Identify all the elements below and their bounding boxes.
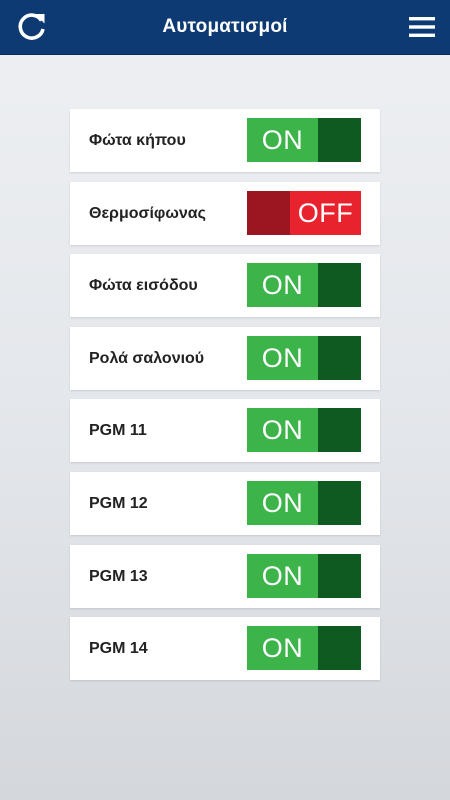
app-header: Αυτοματισμοί <box>0 0 450 55</box>
item-label: PGM 14 <box>89 640 148 658</box>
menu-button[interactable] <box>406 10 438 44</box>
toggle-switch[interactable]: ON <box>247 335 361 380</box>
item-label: Ρολά σαλονιού <box>89 349 205 367</box>
item-label: PGM 13 <box>89 567 148 585</box>
toggle-state-label: OFF <box>290 190 361 235</box>
toggle-state-label: ON <box>247 626 318 671</box>
toggle-state-label: ON <box>247 263 318 308</box>
toggle-knob <box>318 335 361 380</box>
toggle-knob <box>318 553 361 598</box>
toggle-state-label: ON <box>247 408 318 453</box>
list-item: Θερμοσίφωνας OFF <box>70 181 380 245</box>
toggle-knob <box>318 480 361 525</box>
toggle-switch[interactable]: ON <box>247 553 361 598</box>
item-label: PGM 11 <box>89 422 147 440</box>
item-label: Θερμοσίφωνας <box>89 204 206 222</box>
toggle-knob <box>318 118 361 162</box>
list-item: Ρολά σαλονιού ON <box>70 326 380 390</box>
toggle-knob <box>318 626 361 671</box>
list-item: PGM 14 ON <box>70 617 380 681</box>
item-label: Φώτα εισόδου <box>89 277 198 295</box>
toggle-state-label: ON <box>247 553 318 598</box>
toggle-switch[interactable]: ON <box>247 408 361 453</box>
toggle-switch[interactable]: OFF <box>247 190 361 235</box>
toggle-switch[interactable]: ON <box>247 626 361 671</box>
toggle-state-label: ON <box>247 335 318 380</box>
toggle-state-label: ON <box>247 480 318 525</box>
toggle-knob <box>318 408 361 453</box>
toggle-state-label: ON <box>247 118 318 162</box>
list-item: Φώτα κήπου ON <box>70 109 380 172</box>
toggle-switch[interactable]: ON <box>247 118 361 162</box>
list-item: PGM 12 ON <box>70 471 380 535</box>
toggle-switch[interactable]: ON <box>247 480 361 525</box>
toggle-switch[interactable]: ON <box>247 263 361 308</box>
list-item: PGM 11 ON <box>70 399 380 463</box>
item-label: PGM 12 <box>89 494 148 512</box>
hamburger-menu-icon <box>409 17 435 37</box>
list-item: PGM 13 ON <box>70 544 380 608</box>
automation-list: Φώτα κήπου ON Θερμοσίφωνας OFF Φώτα εισό… <box>70 109 380 690</box>
page-title: Αυτοματισμοί <box>162 16 288 37</box>
list-item: Φώτα εισόδου ON <box>70 254 380 318</box>
item-label: Φώτα κήπου <box>89 132 186 149</box>
toggle-knob <box>318 263 361 308</box>
toggle-knob <box>247 190 290 235</box>
